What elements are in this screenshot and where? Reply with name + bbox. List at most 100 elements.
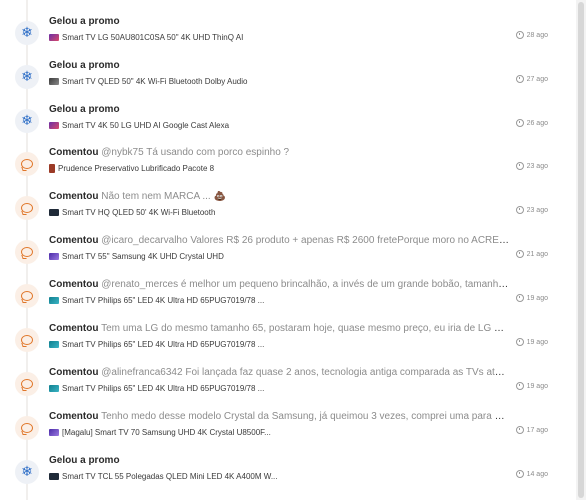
clock-icon bbox=[515, 294, 524, 302]
snowflake-icon: ❄ bbox=[21, 69, 33, 85]
activity-time: 26 ago bbox=[515, 119, 548, 127]
product-thumbnail bbox=[49, 385, 59, 392]
product-title: Smart TV Philips 65" LED 4K Ultra HD 65P… bbox=[62, 340, 265, 349]
activity-action: Gelou a promo bbox=[49, 16, 120, 27]
activity-icon-comment bbox=[15, 196, 39, 220]
activity-action: Gelou a promo bbox=[49, 104, 120, 115]
product-link[interactable]: Smart TV TCL 55 Polegadas QLED Mini LED … bbox=[49, 472, 489, 481]
product-thumbnail bbox=[49, 253, 59, 260]
activity-date: 19 ago bbox=[526, 338, 548, 346]
product-thumbnail bbox=[49, 429, 59, 436]
activity-date: 26 ago bbox=[526, 119, 548, 127]
product-link[interactable]: Smart TV QLED 50" 4K Wi-Fi Bluetooth Dol… bbox=[49, 77, 489, 86]
clock-icon bbox=[515, 75, 524, 83]
activity-date: 14 ago bbox=[526, 470, 548, 478]
activity-summary[interactable]: Comentou @alinefranca6342 Foi lançada fa… bbox=[49, 367, 509, 378]
activity-item[interactable]: Comentou Tenho medo desse modelo Crystal… bbox=[0, 406, 576, 450]
activity-item[interactable]: Comentou Tem uma LG do mesmo tamanho 65,… bbox=[0, 318, 576, 362]
product-link[interactable]: Smart TV Philips 65" LED 4K Ultra HD 65P… bbox=[49, 296, 489, 305]
product-thumbnail bbox=[49, 297, 59, 304]
scrollbar[interactable] bbox=[576, 0, 586, 500]
product-link[interactable]: Smart TV 4K 50 LG UHD AI Google Cast Ale… bbox=[49, 121, 489, 130]
activity-action: Comentou bbox=[49, 279, 99, 290]
activity-item[interactable]: ❄ Gelou a promo Smart TV QLED 50" 4K Wi-… bbox=[0, 55, 576, 99]
activity-icon-comment bbox=[15, 152, 39, 176]
activity-summary[interactable]: Comentou @nybk75 Tá usando com porco esp… bbox=[49, 147, 509, 158]
activity-time: 23 ago bbox=[515, 206, 548, 214]
clock-icon bbox=[515, 119, 524, 127]
activity-action: Gelou a promo bbox=[49, 60, 120, 71]
clock-icon bbox=[515, 426, 524, 434]
activity-time: 27 ago bbox=[515, 75, 548, 83]
activity-action: Comentou bbox=[49, 147, 99, 158]
product-link[interactable]: Smart TV 55" Samsung 4K UHD Crystal UHD bbox=[49, 252, 489, 261]
activity-summary[interactable]: Comentou Não tem nem MARCA ... 💩 bbox=[49, 191, 509, 202]
product-thumbnail bbox=[49, 78, 59, 85]
activity-item[interactable]: ❄ Gelou a promo Smart TV LG 50AU801C0SA … bbox=[0, 11, 576, 55]
clock-icon bbox=[515, 206, 524, 214]
clock-icon bbox=[515, 382, 524, 390]
product-title: Smart TV Philips 65" LED 4K Ultra HD 65P… bbox=[62, 296, 265, 305]
comment-bubble-icon bbox=[21, 335, 33, 345]
product-link[interactable]: Prudence Preservativo Lubrificado Pacote… bbox=[49, 164, 489, 173]
clock-icon bbox=[515, 250, 524, 258]
product-link[interactable]: Smart TV Philips 65" LED 4K Ultra HD 65P… bbox=[49, 384, 489, 393]
clock-icon bbox=[515, 162, 524, 170]
activity-comment: @icaro_decarvalho Valores R$ 26 produto … bbox=[101, 235, 509, 246]
product-link[interactable]: [Magalu] Smart TV 70 Samsung UHD 4K Crys… bbox=[49, 428, 489, 437]
product-title: [Magalu] Smart TV 70 Samsung UHD 4K Crys… bbox=[62, 428, 271, 437]
activity-action: Comentou bbox=[49, 323, 99, 334]
product-title: Smart TV QLED 50" 4K Wi-Fi Bluetooth Dol… bbox=[62, 77, 248, 86]
activity-date: 23 ago bbox=[526, 206, 548, 214]
activity-item[interactable]: Comentou @renato_merces é melhor um pequ… bbox=[0, 274, 576, 318]
clock-icon bbox=[515, 31, 524, 39]
activity-icon-comment bbox=[15, 372, 39, 396]
activity-time: 19 ago bbox=[515, 382, 548, 390]
activity-summary[interactable]: Gelou a promo bbox=[49, 104, 509, 115]
activity-item[interactable]: ❄ Gelou a promo Smart TV TCL 55 Polegada… bbox=[0, 450, 576, 494]
comment-bubble-icon bbox=[21, 247, 33, 257]
clock-icon bbox=[515, 338, 524, 346]
activity-time: 21 ago bbox=[515, 250, 548, 258]
activity-comment: @renato_merces é melhor um pequeno brinc… bbox=[101, 279, 509, 290]
activity-action: Gelou a promo bbox=[49, 455, 120, 466]
activity-summary[interactable]: Gelou a promo bbox=[49, 455, 509, 466]
activity-action: Comentou bbox=[49, 411, 99, 422]
activity-item[interactable]: Comentou @alinefranca6342 Foi lançada fa… bbox=[0, 362, 576, 406]
activity-date: 23 ago bbox=[526, 162, 548, 170]
activity-date: 21 ago bbox=[526, 250, 548, 258]
product-thumbnail bbox=[49, 164, 55, 173]
activity-item[interactable]: Comentou @icaro_decarvalho Valores R$ 26… bbox=[0, 230, 576, 274]
activity-summary[interactable]: Comentou Tenho medo desse modelo Crystal… bbox=[49, 411, 509, 422]
activity-comment: Não tem nem MARCA ... 💩 bbox=[101, 191, 226, 202]
activity-time: 17 ago bbox=[515, 426, 548, 434]
comment-bubble-icon bbox=[21, 159, 33, 169]
activity-item[interactable]: Comentou Não tem nem MARCA ... 💩 Smart T… bbox=[0, 186, 576, 230]
activity-item[interactable]: ❄ Gelou a promo Smart TV 4K 50 LG UHD AI… bbox=[0, 99, 576, 143]
comment-bubble-icon bbox=[21, 423, 33, 433]
activity-item[interactable]: Comentou @nybk75 Tá usando com porco esp… bbox=[0, 142, 576, 186]
activity-summary[interactable]: Gelou a promo bbox=[49, 16, 509, 27]
activity-time: 23 ago bbox=[515, 162, 548, 170]
activity-time: 19 ago bbox=[515, 294, 548, 302]
activity-date: 27 ago bbox=[526, 75, 548, 83]
activity-summary[interactable]: Comentou @renato_merces é melhor um pequ… bbox=[49, 279, 509, 290]
product-title: Smart TV 55" Samsung 4K UHD Crystal UHD bbox=[62, 252, 224, 261]
activity-summary[interactable]: Comentou @icaro_decarvalho Valores R$ 26… bbox=[49, 235, 509, 246]
activity-time: 28 ago bbox=[515, 31, 548, 39]
product-link[interactable]: Smart TV LG 50AU801C0SA 50" 4K UHD ThinQ… bbox=[49, 33, 489, 42]
activity-feed: ❄ Gelou a promo Smart TV LG 50AU801C0SA … bbox=[0, 0, 576, 500]
product-thumbnail bbox=[49, 122, 59, 129]
activity-action: Comentou bbox=[49, 367, 99, 378]
activity-summary[interactable]: Gelou a promo bbox=[49, 60, 509, 71]
scrollbar-thumb[interactable] bbox=[578, 2, 584, 498]
activity-comment: Tenho medo desse modelo Crystal da Samsu… bbox=[101, 411, 509, 422]
comment-bubble-icon bbox=[21, 291, 33, 301]
product-thumbnail bbox=[49, 341, 59, 348]
product-link[interactable]: Smart TV Philips 65" LED 4K Ultra HD 65P… bbox=[49, 340, 489, 349]
activity-summary[interactable]: Comentou Tem uma LG do mesmo tamanho 65,… bbox=[49, 323, 509, 334]
product-title: Smart TV TCL 55 Polegadas QLED Mini LED … bbox=[62, 472, 278, 481]
activity-time: 14 ago bbox=[515, 470, 548, 478]
product-link[interactable]: Smart TV HQ QLED 50' 4K Wi-Fi Bluetooth bbox=[49, 208, 489, 217]
clock-icon bbox=[515, 470, 524, 478]
